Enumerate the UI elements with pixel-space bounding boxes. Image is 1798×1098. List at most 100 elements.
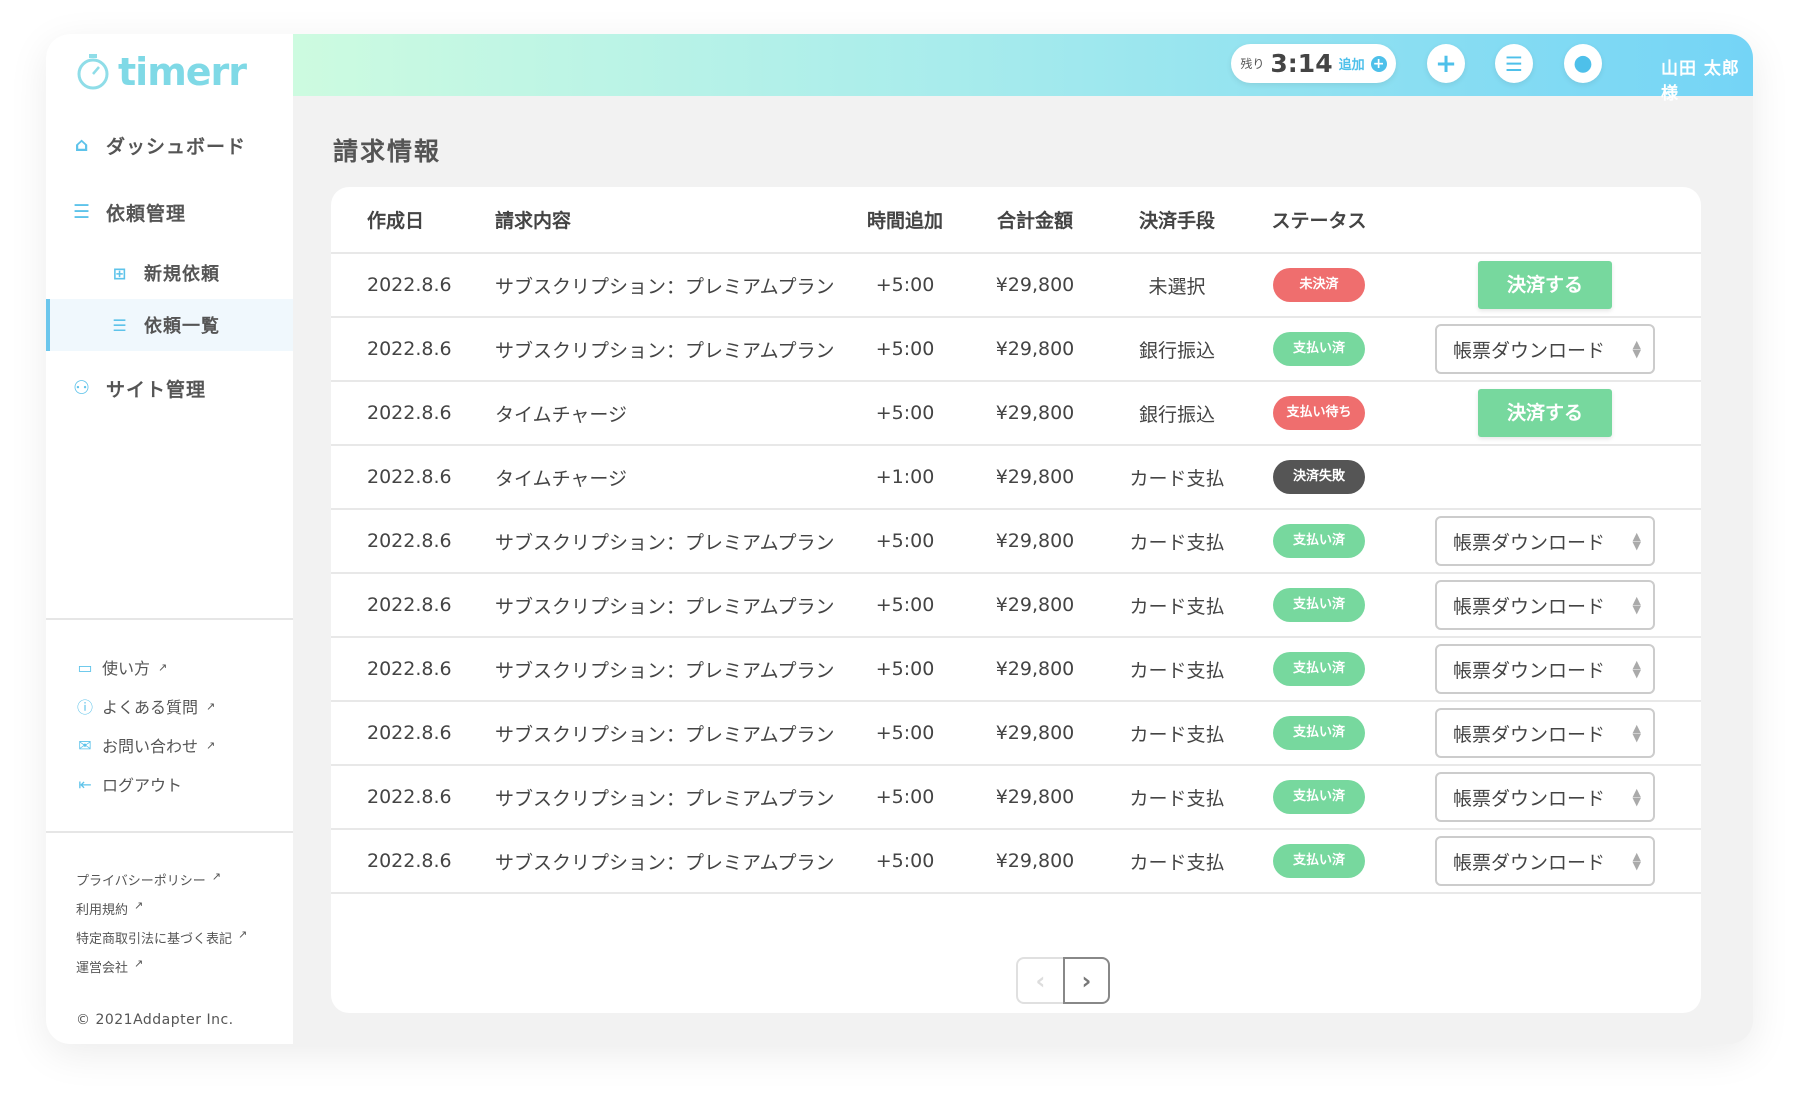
home-icon: ⌂ [74, 134, 90, 156]
cell-amount: ¥29,800 [965, 701, 1105, 766]
link-label: よくある質問 [102, 698, 199, 717]
sidebar-item-request-list[interactable]: ☰ 依頼一覧 [46, 299, 293, 351]
link-contact[interactable]: ✉ お問い合わせ ↗ [76, 733, 215, 757]
mail-icon: ✉ [78, 735, 92, 755]
cell-item: サブスクリプション：プレミアムプラン [495, 317, 845, 382]
status-badge: 支払い済 [1273, 716, 1365, 750]
status-badge: 支払い待ち [1273, 396, 1365, 430]
cell-date: 2022.8.6 [331, 765, 495, 830]
col-amount: 合計金額 [965, 187, 1105, 254]
download-label: 帳票ダウンロード [1453, 723, 1606, 746]
footer-link-commerce-law[interactable]: 特定商取引法に基づく表記 ↗ [76, 928, 247, 947]
sidebar-item-site-management[interactable]: ⚇ サイト管理 [46, 371, 293, 405]
download-select[interactable]: 帳票ダウンロード ▲ ▼ [1435, 836, 1655, 886]
cell-time: +5:00 [845, 253, 965, 318]
cell-item: サブスクリプション：プレミアムプラン [495, 829, 845, 894]
external-link-icon: ↗ [158, 660, 168, 674]
download-select[interactable]: 帳票ダウンロード ▲ ▼ [1435, 772, 1655, 822]
cell-method: 銀行振込 [1105, 381, 1249, 446]
cell-time: +5:00 [845, 765, 965, 830]
sidebar-item-label: 依頼一覧 [144, 316, 220, 337]
cell-time: +5:00 [845, 509, 965, 574]
cell-status: 支払い待ち [1249, 381, 1389, 446]
sidebar-item-requests[interactable]: ☰ 依頼管理 [46, 195, 293, 229]
download-label: 帳票ダウンロード [1453, 595, 1606, 618]
link-how-to-use[interactable]: ▭ 使い方 ↗ [76, 655, 167, 679]
table-row: 2022.8.6 サブスクリプション：プレミアムプラン +5:00 ¥29,80… [331, 509, 1701, 574]
link-label: ログアウト [102, 776, 183, 795]
sidebar-item-dashboard[interactable]: ⌂ ダッシュボード [46, 128, 293, 162]
next-page-button[interactable]: › [1063, 957, 1110, 1004]
cell-date: 2022.8.6 [331, 701, 495, 766]
sidebar-item-new-request[interactable]: ⊞ 新規依頼 [46, 256, 293, 290]
cell-method: カード支払 [1105, 637, 1249, 702]
new-request-button[interactable]: + [1427, 44, 1465, 83]
status-badge: 支払い済 [1273, 780, 1365, 814]
download-select[interactable]: 帳票ダウンロード ▲ ▼ [1435, 644, 1655, 694]
cell-amount: ¥29,800 [965, 253, 1105, 318]
sidebar-item-label: 依頼管理 [106, 202, 187, 225]
cell-item: サブスクリプション：プレミアムプラン [495, 765, 845, 830]
link-label: お問い合わせ [102, 737, 199, 756]
link-logout[interactable]: ⇤ ログアウト [76, 772, 182, 796]
cell-status: 支払い済 [1249, 701, 1389, 766]
cell-status: 決済失敗 [1249, 445, 1389, 510]
logo[interactable]: timerr [76, 50, 247, 94]
col-action [1389, 187, 1701, 254]
footer-link-privacy[interactable]: プライバシーポリシー ↗ [76, 870, 221, 889]
chevron-right-icon: › [1081, 966, 1092, 995]
status-badge: 決済失敗 [1273, 460, 1365, 494]
avatar[interactable]: ● [1564, 44, 1602, 83]
cell-action [1389, 445, 1701, 510]
table-row: 2022.8.6 サブスクリプション：プレミアムプラン +5:00 ¥29,80… [331, 765, 1701, 830]
cell-status: 支払い済 [1249, 509, 1389, 574]
download-select[interactable]: 帳票ダウンロード ▲ ▼ [1435, 516, 1655, 566]
table-row: 2022.8.6 サブスクリプション：プレミアムプラン +5:00 ¥29,80… [331, 829, 1701, 894]
cell-amount: ¥29,800 [965, 765, 1105, 830]
download-select[interactable]: 帳票ダウンロード ▲ ▼ [1435, 580, 1655, 630]
plus-circle-icon[interactable]: + [1370, 55, 1387, 72]
cell-amount: ¥29,800 [965, 445, 1105, 510]
sidebar-divider [46, 831, 293, 833]
pay-button[interactable]: 決済する [1478, 261, 1612, 309]
cell-method: カード支払 [1105, 509, 1249, 574]
remaining-time-pill[interactable]: 残り 3:14 追加 + [1231, 44, 1396, 83]
cell-action: 帳票ダウンロード ▲ ▼ [1389, 573, 1701, 638]
sidebar-divider [46, 618, 293, 620]
list-button[interactable]: ☰ [1495, 44, 1533, 83]
sort-arrows-icon: ▲ ▼ [1632, 722, 1641, 744]
add-time-label[interactable]: 追加 [1339, 54, 1365, 73]
link-label: 特定商取引法に基づく表記 [76, 932, 233, 947]
cell-item: サブスクリプション：プレミアムプラン [495, 573, 845, 638]
cell-time: +5:00 [845, 701, 965, 766]
plus-square-icon: ⊞ [112, 263, 128, 283]
cell-amount: ¥29,800 [965, 573, 1105, 638]
download-select[interactable]: 帳票ダウンロード ▲ ▼ [1435, 708, 1655, 758]
table-row: 2022.8.6 サブスクリプション：プレミアムプラン +5:00 ¥29,80… [331, 701, 1701, 766]
user-name[interactable]: 山田 太郎 様 [1661, 54, 1753, 104]
billing-table-card: 作成日 請求内容 時間追加 合計金額 決済手段 ステータス 2022.8.6 サ… [331, 187, 1701, 1013]
table-row: 2022.8.6 サブスクリプション：プレミアムプラン +5:00 ¥29,80… [331, 573, 1701, 638]
pay-button[interactable]: 決済する [1478, 389, 1612, 437]
cell-action: 帳票ダウンロード ▲ ▼ [1389, 701, 1701, 766]
download-label: 帳票ダウンロード [1453, 659, 1606, 682]
question-icon: ⓘ [76, 698, 93, 717]
cell-item: サブスクリプション：プレミアムプラン [495, 253, 845, 318]
link-faq[interactable]: ⓘ よくある質問 ↗ [76, 694, 215, 718]
sort-arrows-icon: ▲ ▼ [1632, 786, 1641, 808]
footer-link-company[interactable]: 運営会社 ↗ [76, 957, 143, 976]
cell-time: +1:00 [845, 445, 965, 510]
page-title: 請求情報 [333, 137, 442, 166]
list-icon: ☰ [72, 201, 92, 223]
sidebar-item-label: 新規依頼 [144, 264, 220, 285]
sort-arrows-icon: ▲ ▼ [1632, 338, 1641, 360]
prev-page-button[interactable]: ‹ [1016, 957, 1063, 1004]
footer-link-terms[interactable]: 利用規約 ↗ [76, 899, 143, 918]
chevron-left-icon: ‹ [1035, 966, 1046, 995]
link-label: 使い方 [102, 659, 151, 678]
download-label: 帳票ダウンロード [1453, 787, 1606, 810]
cell-action: 帳票ダウンロード ▲ ▼ [1389, 509, 1701, 574]
download-select[interactable]: 帳票ダウンロード ▲ ▼ [1435, 324, 1655, 374]
remaining-time: 3:14 [1270, 49, 1333, 78]
table-row: 2022.8.6 サブスクリプション：プレミアムプラン +5:00 ¥29,80… [331, 317, 1701, 382]
